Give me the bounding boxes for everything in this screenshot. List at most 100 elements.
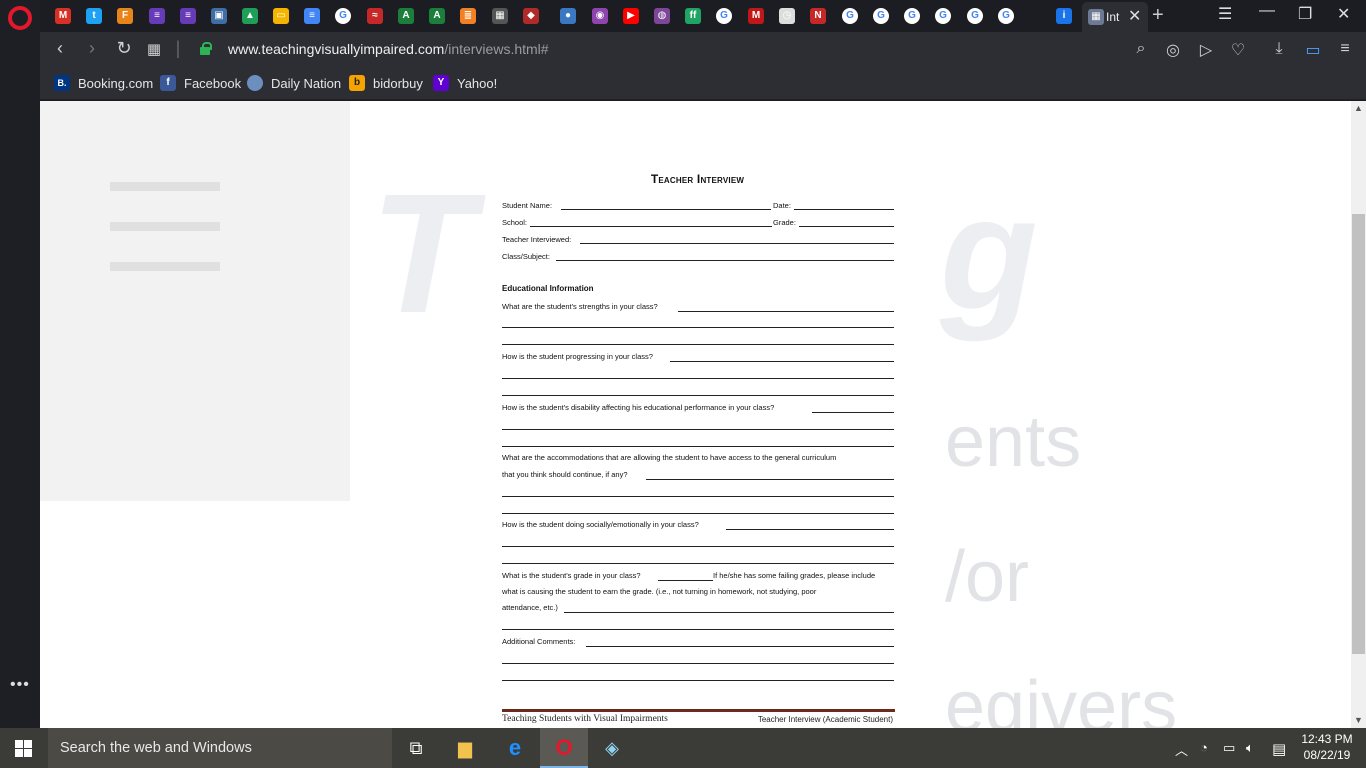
underline — [502, 429, 894, 430]
lock-icon[interactable] — [200, 42, 212, 55]
tab-28[interactable]: G — [932, 5, 954, 27]
easy-setup-icon[interactable]: ≡ — [1334, 40, 1356, 58]
back-button[interactable]: ‹ — [48, 38, 72, 59]
tab-20[interactable]: ff — [682, 5, 704, 27]
question-grade: What is the student's grade in your clas… — [502, 571, 641, 580]
url-path: /interviews.html# — [444, 41, 549, 57]
tab-22[interactable]: M — [745, 5, 767, 27]
tab-8[interactable]: ≡ — [301, 5, 323, 27]
wifi-icon[interactable]: ◔ — [1200, 740, 1208, 755]
address-field[interactable]: www.teachingvisuallyimpaired.com/intervi… — [228, 41, 549, 57]
footer-right: Teacher Interview (Academic Student) — [757, 715, 893, 724]
tab-30[interactable]: G — [995, 5, 1017, 27]
bookmark-yahoo[interactable]: Y Yahoo! — [433, 75, 497, 91]
volume-icon[interactable]: 🔈︎ — [1246, 740, 1254, 756]
notifications-icon[interactable]: ▤ — [1272, 740, 1286, 758]
tab-16[interactable]: ● — [557, 5, 579, 27]
tab-7[interactable]: ▭ — [270, 5, 292, 27]
url-host: www.teachingvisuallyimpaired.com — [228, 41, 445, 57]
tab-5[interactable]: ▣ — [208, 5, 230, 27]
tab-13[interactable]: ≣ — [457, 5, 479, 27]
question-comments: Additional Comments: — [502, 637, 576, 646]
tab-2[interactable]: F — [114, 5, 136, 27]
task-view-icon[interactable]: ⧉ — [404, 736, 428, 760]
forward-button[interactable]: › — [80, 38, 104, 59]
tab-4[interactable]: ≡ — [177, 5, 199, 27]
taskbar-search-box[interactable]: Search the web and Windows — [48, 728, 392, 768]
background-word: /or — [945, 537, 1030, 617]
new-tab-button[interactable]: + — [1152, 4, 1164, 27]
tab-29[interactable]: G — [964, 5, 986, 27]
tab-1[interactable]: t — [83, 5, 105, 27]
send-icon[interactable]: ▷ — [1195, 40, 1217, 60]
scroll-thumb[interactable] — [1352, 214, 1365, 654]
field-student-name: Student Name: — [502, 201, 553, 210]
snapshot-icon[interactable]: ◎ — [1162, 40, 1184, 60]
heart-icon[interactable]: ♡ — [1227, 40, 1249, 60]
close-window-button[interactable]: ✕ — [1337, 4, 1350, 24]
page-scrollbar[interactable]: ▲ ▼ — [1351, 101, 1366, 728]
tray-chevron-icon[interactable]: ︿ — [1175, 740, 1188, 759]
bookmark-bidorbuy[interactable]: b bidorbuy — [349, 75, 423, 91]
download-icon[interactable]: ⤓ — [1268, 40, 1290, 58]
app-icon[interactable]: ◈ — [600, 736, 624, 760]
battery-icon[interactable]: ▭ — [1223, 740, 1235, 756]
restore-button[interactable]: ❐ — [1298, 4, 1312, 24]
tab-23[interactable]: ◷ — [776, 5, 798, 27]
scroll-up-icon[interactable]: ▲ — [1354, 103, 1363, 113]
taskbar-opera-active[interactable]: O — [540, 728, 588, 768]
close-icon[interactable]: ✕ — [1128, 6, 1141, 26]
bookmark-facebook[interactable]: f Facebook — [160, 75, 241, 91]
tab-19[interactable]: ◍ — [651, 5, 673, 27]
tab-10[interactable]: ≈ — [364, 5, 386, 27]
google-icon: G — [716, 8, 732, 24]
underline — [678, 311, 894, 312]
tab-26[interactable]: G — [870, 5, 892, 27]
red-icon: ≈ — [367, 8, 383, 24]
tab-25[interactable]: G — [839, 5, 861, 27]
clock-date: 08/22/19 — [1303, 748, 1351, 762]
hamburger-menu-icon[interactable] — [110, 182, 220, 191]
tab-31[interactable]: i — [1053, 5, 1075, 27]
tab-0[interactable]: M — [52, 5, 74, 27]
scroll-down-icon[interactable]: ▼ — [1354, 715, 1363, 725]
underline — [502, 378, 894, 379]
tab-9[interactable]: G — [332, 5, 354, 27]
tab-3[interactable]: ≡ — [146, 5, 168, 27]
tab-27[interactable]: G — [901, 5, 923, 27]
file-explorer-icon[interactable]: ▆ — [453, 736, 477, 760]
bidorbuy-icon: b — [349, 75, 365, 91]
tab-14[interactable]: ▦ — [489, 5, 511, 27]
bookmark-daily-nation[interactable]: Daily Nation — [247, 75, 341, 91]
underline — [580, 243, 894, 244]
speed-dial-icon[interactable]: ▦ — [142, 40, 166, 58]
tab-18[interactable]: ▶ — [620, 5, 642, 27]
tab-12[interactable]: A — [426, 5, 448, 27]
taskbar-clock[interactable]: 12:43 PM 08/22/19 — [1297, 731, 1357, 763]
document-title: Teacher Interview — [650, 172, 745, 186]
battery-saver-icon[interactable]: ▭ — [1302, 40, 1324, 60]
windows-taskbar: Search the web and Windows ⧉ ▆ e O ◈ ︿ ◔… — [0, 728, 1366, 768]
question-progressing: How is the student progressing in your c… — [502, 352, 653, 361]
yahoo-icon: Y — [433, 75, 449, 91]
windows-start-button[interactable] — [15, 740, 33, 757]
tab-21[interactable]: G — [713, 5, 735, 27]
underline — [670, 361, 894, 362]
tab-6[interactable]: ▲ — [239, 5, 261, 27]
tab-menu-icon[interactable]: ☰ — [1218, 4, 1232, 24]
field-date: Date: — [773, 201, 791, 210]
tab-11[interactable]: A — [395, 5, 417, 27]
clock-time: 12:43 PM — [1301, 732, 1353, 746]
bookmark-booking[interactable]: B. Booking.com — [54, 75, 153, 91]
sidebar-more-icon[interactable]: ••• — [10, 676, 30, 694]
opera-menu-icon[interactable] — [8, 6, 32, 30]
zoom-icon[interactable]: ⌕ — [1130, 40, 1152, 58]
reload-button[interactable]: ↻ — [112, 38, 136, 59]
tab-active[interactable]: ▦ Int ✕ — [1082, 2, 1148, 32]
tab-24[interactable]: N — [807, 5, 829, 27]
minimize-button[interactable]: — — [1259, 2, 1275, 20]
edge-icon[interactable]: e — [503, 735, 527, 760]
tab-15[interactable]: ◆ — [520, 5, 542, 27]
question-accommodations: What are the accommodations that are all… — [502, 453, 837, 462]
tab-17[interactable]: ◉ — [589, 5, 611, 27]
